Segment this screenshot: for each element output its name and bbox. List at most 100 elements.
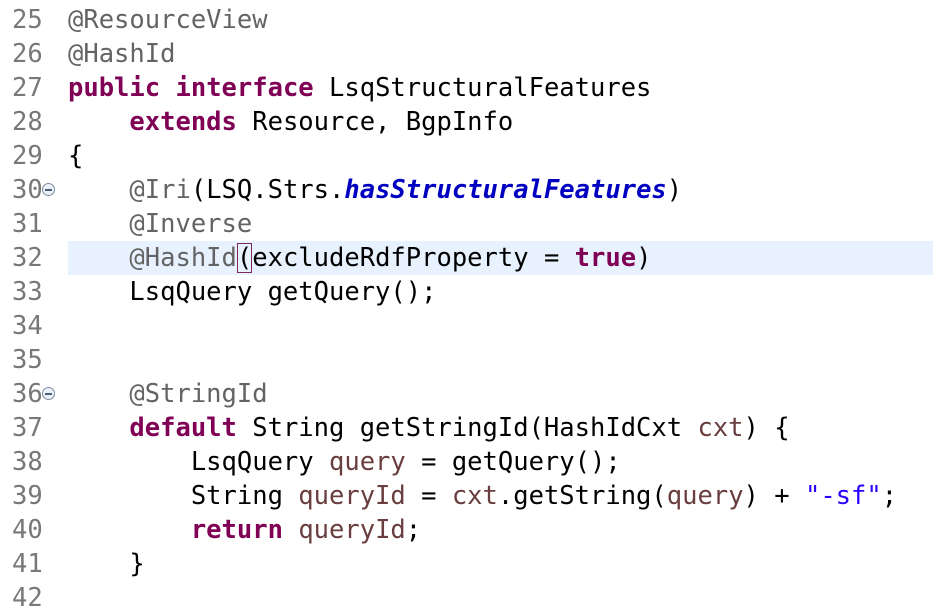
code-line[interactable]: 28 extends Resource, BgpInfo bbox=[0, 105, 933, 139]
code-line[interactable]: 33 LsqQuery getQuery(); bbox=[0, 275, 933, 309]
code-line[interactable]: 30 @Iri(LSQ.Strs.hasStructuralFeatures) bbox=[0, 173, 933, 207]
line-number: 39 bbox=[12, 481, 43, 511]
line-number: 31 bbox=[12, 209, 43, 239]
code-token: "-sf" bbox=[804, 481, 882, 511]
code-token: queryId bbox=[298, 515, 406, 545]
code-line[interactable]: 31 @Inverse bbox=[0, 207, 933, 241]
code-text[interactable]: return queryId; bbox=[68, 513, 421, 547]
code-token: true bbox=[574, 243, 637, 273]
code-line[interactable]: 37 default String getStringId(HashIdCxt … bbox=[0, 411, 933, 445]
code-line[interactable]: 42 bbox=[0, 581, 933, 611]
code-text[interactable]: @Iri(LSQ.Strs.hasStructuralFeatures) bbox=[68, 173, 682, 207]
code-text[interactable]: @ResourceView bbox=[68, 3, 268, 37]
code-text[interactable]: LsqQuery getQuery(); bbox=[68, 275, 436, 309]
code-token: @StringId bbox=[129, 379, 268, 409]
code-line[interactable]: 39 String queryId = cxt.getString(query)… bbox=[0, 479, 933, 513]
code-token: Resource, BgpInfo bbox=[236, 107, 514, 137]
code-token: @HashId bbox=[68, 39, 176, 69]
code-token: @Iri bbox=[129, 175, 191, 205]
code-text[interactable]: extends Resource, BgpInfo bbox=[68, 105, 513, 139]
code-line[interactable]: 36 @StringId bbox=[0, 377, 933, 411]
code-token: cxt bbox=[451, 481, 498, 511]
code-token: query bbox=[666, 481, 744, 511]
code-token: String getStringId(HashIdCxt bbox=[236, 413, 698, 443]
line-number: 28 bbox=[12, 107, 43, 137]
collapse-fold-icon[interactable] bbox=[42, 183, 55, 196]
code-token: hasStructuralFeatures bbox=[344, 175, 667, 205]
code-token: { bbox=[68, 141, 84, 171]
line-number: 25 bbox=[12, 5, 43, 35]
line-number: 40 bbox=[12, 515, 43, 545]
code-text[interactable]: @HashId bbox=[68, 37, 175, 71]
code-token: } bbox=[68, 549, 145, 579]
code-line[interactable]: 26 @HashId bbox=[0, 37, 933, 71]
code-line[interactable]: 38 LsqQuery query = getQuery(); bbox=[0, 445, 933, 479]
code-text[interactable]: default String getStringId(HashIdCxt cxt… bbox=[68, 411, 790, 445]
code-text[interactable]: LsqQuery query = getQuery(); bbox=[68, 445, 621, 479]
code-line[interactable]: 40 return queryId; bbox=[0, 513, 933, 547]
code-line[interactable]: 35 bbox=[0, 343, 933, 377]
line-number: 42 bbox=[12, 583, 43, 611]
code-token: queryId bbox=[298, 481, 406, 511]
code-token: @HashId bbox=[129, 243, 237, 273]
code-token: default bbox=[129, 413, 237, 443]
code-token: LsqQuery getQuery(); bbox=[68, 277, 437, 307]
code-text[interactable]: public interface LsqStructuralFeatures bbox=[68, 71, 651, 105]
code-token: extends bbox=[129, 107, 237, 137]
line-number: 34 bbox=[12, 311, 43, 341]
code-token: public bbox=[68, 73, 161, 103]
code-line[interactable]: 27 public interface LsqStructuralFeatures bbox=[0, 71, 933, 105]
line-number: 37 bbox=[12, 413, 43, 443]
code-token: (LSQ.Strs. bbox=[190, 175, 345, 205]
code-token: ( bbox=[236, 243, 253, 273]
collapse-fold-icon[interactable] bbox=[42, 387, 55, 400]
code-line[interactable]: 41 } bbox=[0, 547, 933, 581]
code-text[interactable]: { bbox=[68, 139, 83, 173]
code-text[interactable]: @HashId(excludeRdfProperty = true) bbox=[68, 241, 651, 275]
line-number: 35 bbox=[12, 345, 43, 375]
code-token: ; bbox=[881, 481, 898, 511]
code-token: interface bbox=[175, 73, 314, 103]
code-token: @Inverse bbox=[129, 209, 253, 239]
code-text[interactable]: } bbox=[68, 547, 145, 581]
code-editor[interactable]: 25 @ResourceView 26 @HashId 27 public interfa… bbox=[0, 0, 933, 611]
line-number: 38 bbox=[12, 447, 43, 477]
code-token: ) bbox=[636, 243, 652, 273]
code-token: return bbox=[190, 515, 283, 545]
line-number: 33 bbox=[12, 277, 43, 307]
code-text[interactable]: @Inverse bbox=[68, 207, 252, 241]
code-line[interactable]: 25 @ResourceView bbox=[0, 3, 933, 37]
line-number: 27 bbox=[12, 73, 43, 103]
code-token: LsqQuery bbox=[68, 447, 329, 477]
code-token: ; bbox=[405, 515, 422, 545]
code-token: = bbox=[405, 481, 452, 511]
code-token: query bbox=[329, 447, 406, 477]
code-token: .getString( bbox=[497, 481, 667, 511]
code-token: @ResourceView bbox=[68, 5, 268, 35]
code-token: String bbox=[68, 481, 299, 511]
code-token: excludeRdfProperty = bbox=[252, 243, 575, 273]
code-text[interactable]: @StringId bbox=[68, 377, 268, 411]
line-number: 32 bbox=[12, 243, 43, 273]
code-token: = getQuery(); bbox=[405, 447, 621, 477]
code-token: ) + bbox=[743, 481, 805, 511]
line-number: 26 bbox=[12, 39, 43, 69]
code-line[interactable]: 34 bbox=[0, 309, 933, 343]
code-line[interactable]: 29 { bbox=[0, 139, 933, 173]
code-line[interactable]: 32 @HashId(excludeRdfProperty = true) bbox=[0, 241, 933, 275]
line-number: 41 bbox=[12, 549, 43, 579]
code-token: cxt bbox=[697, 413, 744, 443]
code-text[interactable]: String queryId = cxt.getString(query) + … bbox=[68, 479, 897, 513]
code-token: ) bbox=[666, 175, 683, 205]
line-number: 29 bbox=[12, 141, 43, 171]
code-token: ) { bbox=[743, 413, 790, 443]
